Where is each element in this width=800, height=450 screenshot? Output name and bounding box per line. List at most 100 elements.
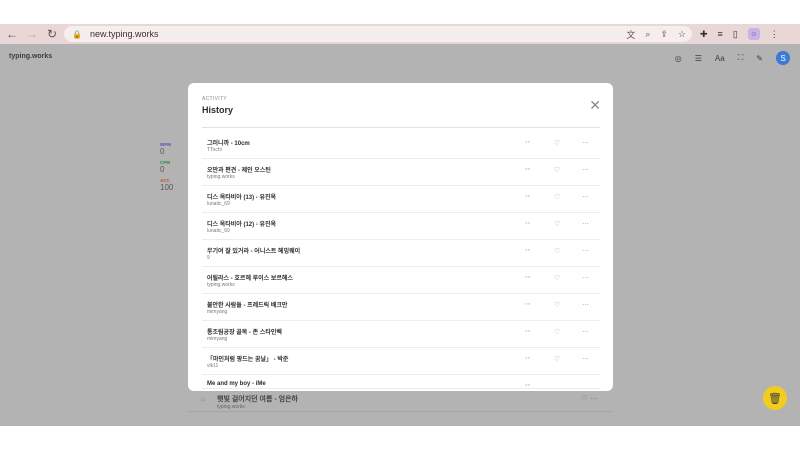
history-list[interactable]: 그러니까 - 10cm TTochi ◦◦ ♡ ⋯ 오만과 편견 - 제인 오스…: [202, 132, 600, 391]
more-icon[interactable]: ⋯: [582, 220, 589, 228]
item-author: typing.works: [207, 282, 235, 288]
translate-icon[interactable]: 文: [626, 28, 635, 41]
item-title: Me and my boy - iMe: [207, 381, 266, 387]
list-item[interactable]: 그러니까 - 10cm TTochi ◦◦ ♡ ⋯: [202, 132, 600, 159]
app-area: typing.works ◎ ☰ Aa ⛶ ✎ S WPM 0 CPM 0 AC…: [0, 44, 800, 426]
list-item[interactable]: 디스 옥타비아 (13) - 유진옥 lunatic_69 ◦◦ ♡ ⋯: [202, 186, 600, 213]
stat-cpm: CPM 0: [160, 160, 173, 174]
app-toolbar: ◎ ☰ Aa ⛶ ✎ S: [675, 51, 790, 65]
item-author: lunatic_69: [207, 228, 230, 234]
back-icon[interactable]: ←: [4, 26, 20, 42]
close-icon[interactable]: ✕: [589, 98, 601, 112]
voicemail-icon[interactable]: ◦◦: [525, 139, 530, 146]
heart-icon[interactable]: ♡: [554, 220, 560, 228]
url-text[interactable]: new.typing.works: [90, 29, 159, 39]
item-title: 햇빛 걸어지던 여름 - 엄은하: [217, 396, 298, 403]
forward-icon[interactable]: →: [24, 26, 40, 42]
item-author: mimyang: [207, 309, 228, 315]
item-author: typing.works: [217, 404, 245, 410]
item-title: 디스 옥타비아 (13) - 유진옥: [207, 195, 277, 201]
voicemail-icon[interactable]: ◦◦: [525, 355, 530, 362]
media-icon[interactable]: ≡: [718, 29, 723, 39]
modal-eyebrow: ACTIVITY: [202, 96, 227, 102]
more-icon[interactable]: ⋯: [582, 247, 589, 255]
stat-value: 0: [160, 147, 165, 156]
share-icon[interactable]: ⇪: [660, 29, 668, 40]
item-title: 오만과 편견 - 제인 오스틴: [207, 168, 271, 174]
stat-value: 0: [160, 165, 165, 174]
voicemail-icon[interactable]: ◦◦: [525, 166, 530, 173]
voicemail-icon[interactable]: ◦◦: [525, 328, 530, 335]
modal-title: History: [202, 105, 234, 115]
list-item[interactable]: 불안한 사람들 - 프레드릭 배크만 mimyang ◦◦ ♡ ⋯: [202, 294, 600, 321]
font-size-button[interactable]: Aa: [715, 54, 725, 63]
more-icon[interactable]: ⋯: [582, 274, 589, 282]
list-item[interactable]: 어릴라스 - 호르헤 루이스 보르헤스 typing.works ◦◦ ♡ ⋯: [202, 267, 600, 294]
list-item[interactable]: 「마인처럼 팡드는 꿈날」 - 박준 vlk11 ◦◦ ♡ ⋯: [202, 348, 600, 375]
voicemail-icon[interactable]: ◦◦: [525, 274, 530, 281]
heart-icon[interactable]: ♡: [554, 166, 560, 174]
voicemail-icon[interactable]: ◦◦: [525, 247, 530, 254]
item-author: lunatic_69: [207, 201, 230, 207]
item-title: 디스 옥타비아 (12) - 유진옥: [207, 222, 277, 228]
more-icon[interactable]: ⋯: [582, 166, 589, 174]
avatar[interactable]: S: [776, 51, 790, 65]
voicemail-icon[interactable]: ◦◦: [525, 382, 530, 389]
item-title: 「마인처럼 팡드는 꿈날」 - 박준: [207, 357, 289, 363]
list-item[interactable]: 통조림공장 골목 - 존 스타인벡 mimyang ◦◦ ♡ ⋯: [202, 321, 600, 348]
stat-wpm: WPM 0: [160, 142, 173, 156]
stat-acc: ACC 100: [160, 178, 173, 192]
heart-icon[interactable]: ♡: [554, 193, 560, 201]
voicemail-icon[interactable]: ◦◦: [525, 301, 530, 308]
list-icon[interactable]: ☰: [695, 54, 702, 63]
heart-icon[interactable]: ♡: [554, 355, 560, 363]
list-item[interactable]: 무기여 잘 있거라 - 어니스트 헤밍웨이 9 ◦◦ ♡ ⋯: [202, 240, 600, 267]
heart-icon[interactable]: ♡: [554, 139, 560, 147]
star-icon[interactable]: ☆: [678, 29, 686, 40]
target-icon[interactable]: ◎: [675, 54, 682, 63]
heart-icon[interactable]: ♡ ⋯: [581, 394, 598, 403]
item-title: 불안한 사람들 - 프레드릭 배크만: [207, 303, 288, 309]
pencil-icon[interactable]: ✎: [756, 54, 763, 63]
heart-icon[interactable]: ♡: [554, 274, 560, 282]
browser-toolbar: ← → ↻ 🔒 new.typing.works 文 ⌕ ⇪ ☆ ✚ ≡ ▯ ☺…: [0, 24, 800, 44]
fullscreen-icon[interactable]: ⛶: [738, 53, 744, 63]
lock-icon[interactable]: 🔒: [72, 30, 82, 39]
item-title: 무기여 잘 있거라 - 어니스트 헤밍웨이: [207, 249, 301, 255]
item-author: vlk11: [207, 363, 219, 369]
item-title: 통조림공장 골목 - 존 스타인벡: [207, 330, 282, 336]
list-item[interactable]: 오만과 편견 - 제인 오스틴 typing.works ◦◦ ♡ ⋯: [202, 159, 600, 186]
background-list-item[interactable]: ⌂ 햇빛 걸어지던 여름 - 엄은하 typing.works ♡ ⋯: [188, 390, 612, 412]
extensions-icon[interactable]: ✚: [700, 29, 708, 40]
zoom-icon[interactable]: ⌕: [645, 29, 650, 40]
list-item[interactable]: Me and my boy - iMe ◦◦: [202, 375, 600, 389]
address-bar[interactable]: 🔒 new.typing.works 文 ⌕ ⇪ ☆: [64, 26, 692, 42]
list-item[interactable]: 디스 옥타비아 (12) - 유진옥 lunatic_69 ◦◦ ♡ ⋯: [202, 213, 600, 240]
reload-icon[interactable]: ↻: [44, 26, 60, 42]
more-icon[interactable]: ⋯: [582, 193, 589, 201]
trash-icon: 🗑: [768, 392, 782, 405]
sidepanel-icon[interactable]: ▯: [733, 29, 738, 40]
voicemail-icon[interactable]: ◦◦: [525, 220, 530, 227]
heart-icon[interactable]: ♡: [554, 301, 560, 309]
more-icon[interactable]: ⋯: [582, 301, 589, 309]
more-icon[interactable]: ⋯: [582, 328, 589, 336]
history-modal: ACTIVITY History ✕ 그러니까 - 10cm TTochi ◦◦…: [188, 83, 613, 391]
heart-icon[interactable]: ♡: [554, 247, 560, 255]
voicemail-icon[interactable]: ◦◦: [525, 193, 530, 200]
item-title: 어릴라스 - 호르헤 루이스 보르헤스: [207, 276, 293, 282]
brand-logo[interactable]: typing.works: [9, 53, 52, 60]
item-author: mimyang: [207, 336, 228, 342]
item-author: TTochi: [207, 147, 222, 153]
item-author: 9: [207, 255, 210, 261]
stats-panel: WPM 0 CPM 0 ACC 100: [160, 142, 173, 196]
trash-button[interactable]: 🗑: [763, 386, 787, 410]
more-icon[interactable]: ⋯: [582, 355, 589, 363]
profile-icon[interactable]: ☺: [747, 28, 760, 40]
voice-icon: ⌂: [201, 396, 206, 403]
item-title: 그러니까 - 10cm: [207, 141, 250, 147]
heart-icon[interactable]: ♡: [554, 328, 560, 336]
more-icon[interactable]: ⋯: [582, 139, 589, 147]
stat-value: 100: [160, 183, 174, 192]
menu-icon[interactable]: ⋮: [770, 29, 779, 40]
